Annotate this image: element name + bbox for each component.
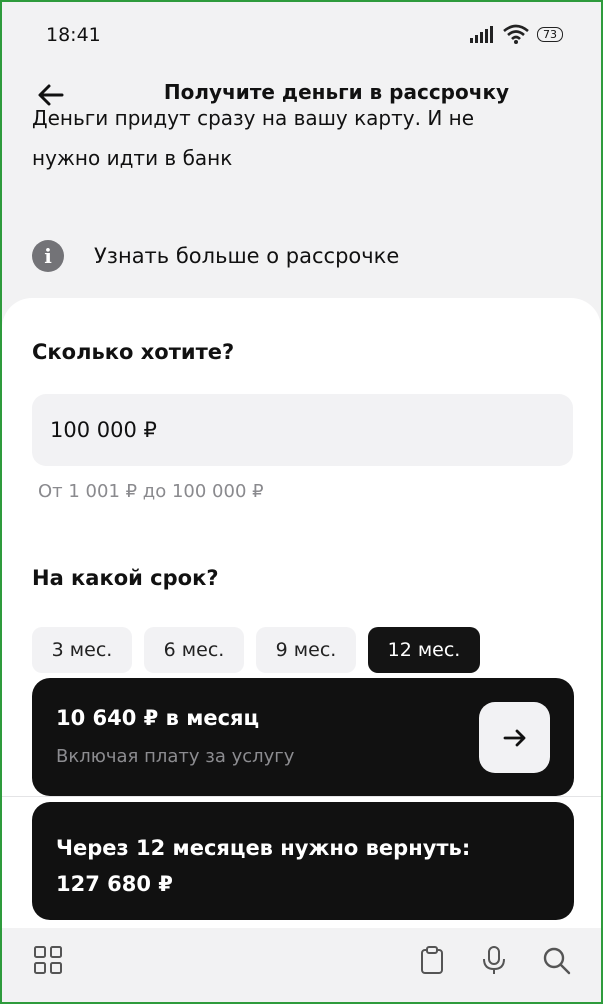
term-option-12[interactable]: 12 мес. (368, 627, 480, 673)
return-text: Через 12 месяцев нужно вернуть: 127 680 … (56, 830, 470, 902)
status-bar: 18:41 73 (2, 2, 601, 66)
status-time: 18:41 (46, 24, 101, 46)
payment-note: Включая плату за услугу (56, 746, 295, 767)
battery-icon: 73 (537, 26, 563, 42)
app-screen: 18:41 73 Получите деньги в рассрочку Ден… (0, 0, 603, 1004)
loan-form-sheet: Сколько хотите? 100 000 ₽ От 1 001 ₽ до … (2, 298, 601, 1002)
search-icon[interactable] (540, 944, 572, 976)
intro-line-2: нужно идти в банк (32, 146, 233, 170)
term-option-6[interactable]: 6 мес. (144, 627, 244, 673)
status-icons: 73 (469, 24, 563, 44)
amount-hint: От 1 001 ₽ до 100 000 ₽ (38, 481, 264, 502)
divider (2, 796, 601, 797)
intro-line-1: Деньги придут сразу на вашу карту. И не (32, 106, 475, 130)
term-option-3[interactable]: 3 мес. (32, 627, 132, 673)
term-heading: На какой срок? (32, 566, 219, 590)
term-option-9[interactable]: 9 мес. (256, 627, 356, 673)
continue-button[interactable] (479, 702, 550, 773)
amount-value: 100 000 ₽ (50, 418, 157, 442)
learn-more-link[interactable]: i Узнать больше о рассрочке (32, 234, 399, 278)
return-label: Через 12 месяцев нужно вернуть: (56, 836, 471, 860)
monthly-payment-card: 10 640 ₽ в месяц Включая плату за услугу (32, 678, 574, 796)
grid-icon[interactable] (32, 944, 64, 976)
signal-icon (470, 26, 493, 43)
arrow-right-icon (503, 729, 525, 746)
wifi-icon (503, 24, 529, 44)
learn-more-label: Узнать больше о рассрочке (94, 244, 400, 268)
amount-heading: Сколько хотите? (32, 340, 235, 364)
info-icon: i (32, 240, 64, 272)
monthly-payment: 10 640 ₽ в месяц (56, 706, 260, 730)
return-amount-card: Через 12 месяцев нужно вернуть: 127 680 … (32, 802, 574, 920)
return-amount: 127 680 ₽ (56, 872, 173, 896)
clipboard-icon[interactable] (416, 944, 448, 976)
microphone-icon[interactable] (478, 944, 510, 976)
bottom-nav (2, 928, 601, 1002)
term-options: 3 мес. 6 мес. 9 мес. 12 мес. (32, 627, 480, 673)
amount-input[interactable]: 100 000 ₽ (32, 394, 573, 466)
intro-text: Деньги придут сразу на вашу карту. И не … (32, 106, 572, 178)
